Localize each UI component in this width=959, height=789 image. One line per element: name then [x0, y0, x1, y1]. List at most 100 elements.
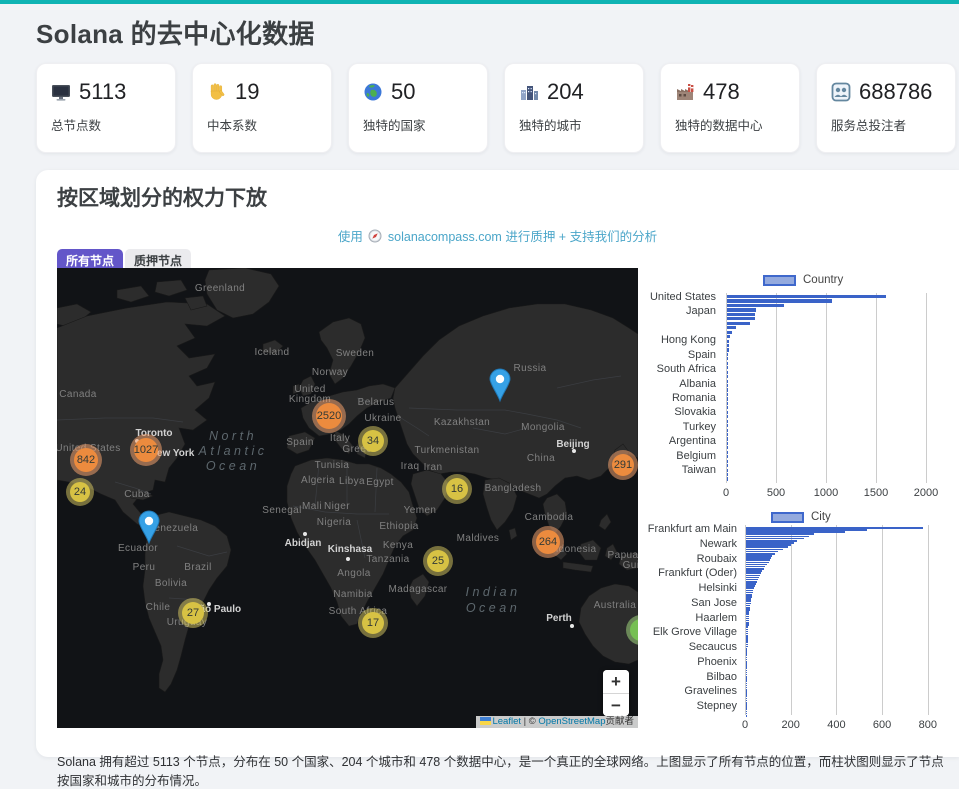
map-label: Bangladesh: [485, 483, 542, 494]
map-label: Tanzania: [366, 554, 409, 565]
top-accent-bar: [0, 0, 959, 4]
bar: [727, 375, 728, 378]
y-axis-category-label: Gravelines: [684, 685, 737, 697]
zoom-in-button[interactable]: +: [603, 670, 629, 693]
map-zoom-control: + −: [603, 670, 629, 716]
bar: [727, 380, 728, 383]
map-label: China: [527, 453, 555, 464]
stat-cards: 5113总节点数19中本系数50独特的国家204独特的城市478独特的数据中心6…: [36, 63, 956, 153]
marker-cluster[interactable]: 2520: [312, 399, 346, 433]
map-label: Namibia: [333, 589, 373, 600]
marker-cluster[interactable]: 24: [66, 478, 94, 506]
map-label: Bolivia: [155, 578, 187, 589]
world-map[interactable]: GreenlandIcelandNorwaySwedenCanadaUnited…: [57, 268, 638, 728]
map-label: Beijing: [556, 439, 589, 450]
y-axis-category-label: Turkey: [683, 421, 716, 433]
y-axis-category-label: Newark: [700, 538, 737, 550]
stat-card-0: 5113总节点数: [36, 63, 176, 153]
country-chart-legend: Country: [763, 274, 843, 286]
stakers-icon: [831, 82, 851, 102]
map-label: Iran: [424, 462, 443, 473]
marker-cluster[interactable]: 842: [70, 444, 102, 476]
cluster-count: 16: [446, 478, 468, 500]
marker-cluster[interactable]: 25: [423, 546, 453, 576]
attribution-contributors: 贡献者: [605, 716, 634, 727]
marker-cluster[interactable]: 27: [178, 598, 208, 628]
stat-value: 478: [703, 79, 740, 105]
y-axis-category-label: Haarlem: [695, 612, 737, 624]
city-dot: [346, 557, 350, 561]
hand-icon: [207, 82, 227, 102]
bar: [727, 308, 756, 311]
marker-cluster[interactable]: 264: [532, 526, 564, 558]
map-label: Iraq: [401, 461, 420, 472]
cluster-count: 264: [536, 530, 560, 554]
cluster-count: [630, 619, 638, 641]
bar: [727, 442, 728, 445]
city-dot: [570, 624, 574, 628]
map-label: Peru: [133, 562, 156, 573]
map-label: Norway: [312, 367, 348, 378]
bar: [727, 402, 728, 405]
stat-value: 19: [235, 79, 259, 105]
world-map-svg: GreenlandIcelandNorwaySwedenCanadaUnited…: [57, 268, 638, 728]
bar: [727, 406, 728, 409]
bar: [727, 455, 728, 458]
leaflet-link[interactable]: Leaflet: [492, 716, 521, 727]
bar: [727, 344, 729, 347]
chart-gridline: [876, 293, 877, 483]
map-label: Ocean: [466, 601, 520, 615]
map-label: Libya: [339, 476, 365, 487]
map-label: Maldives: [457, 533, 500, 544]
ukraine-flag-icon: [480, 717, 491, 725]
y-axis-category-label: Argentina: [669, 435, 716, 447]
map-label: Kazakhstan: [434, 417, 490, 428]
map-label: Indian: [465, 585, 520, 599]
stat-label: 独特的数据中心: [675, 115, 785, 134]
y-axis-category-label: San Jose: [691, 597, 737, 609]
bar: [727, 304, 784, 307]
x-axis-tick-label: 500: [767, 487, 785, 499]
bar: [727, 460, 728, 463]
city-legend-swatch: [771, 512, 804, 523]
stake-link[interactable]: 使用 solanacompass.com 进行质押 + 支持我们的分析: [36, 226, 959, 245]
marker-cluster[interactable]: 17: [358, 608, 388, 638]
zoom-out-button[interactable]: −: [603, 693, 629, 716]
y-axis-category-label: Taiwan: [682, 464, 716, 476]
marker-cluster[interactable]: 291: [608, 450, 638, 480]
map-label: Turkmenistan: [414, 445, 479, 456]
bar: [727, 331, 732, 334]
y-axis-category-label: United States: [650, 291, 716, 303]
map-label: Ukraine: [364, 413, 401, 424]
map-label: Atlantic: [198, 444, 268, 458]
marker-cluster[interactable]: 16: [442, 474, 472, 504]
y-axis-category-label: Roubaix: [697, 553, 737, 565]
bar: [727, 357, 728, 360]
marker-cluster[interactable]: 34: [358, 426, 388, 456]
stake-link-url[interactable]: solanacompass.com: [388, 230, 502, 244]
stat-card-4: 478 独特的数据中心: [660, 63, 800, 153]
x-axis-tick-label: 600: [873, 719, 891, 731]
osm-link[interactable]: OpenStreetMap: [538, 716, 605, 727]
globe-icon: [363, 82, 383, 102]
city-icon: [519, 82, 539, 102]
marker-cluster[interactable]: 1027: [130, 434, 162, 466]
cluster-count: 1027: [134, 438, 158, 462]
city-legend-label: City: [811, 511, 831, 523]
map-label: Australia: [594, 600, 637, 611]
map-label: Mongolia: [521, 422, 565, 433]
bar: [727, 415, 728, 418]
y-axis-category-label: Helsinki: [698, 582, 737, 594]
cluster-count: 842: [74, 448, 98, 472]
y-axis-category-label: Frankfurt am Main: [648, 523, 737, 535]
chart-gridline: [928, 525, 929, 715]
bar: [727, 477, 728, 480]
stat-value: 204: [547, 79, 584, 105]
page-title: Solana 的去中心化数据: [36, 14, 315, 51]
map-label: Ecuador: [118, 543, 158, 554]
map-attribution: Leaflet | © OpenStreetMap贡献者: [476, 716, 638, 728]
map-label: Brazil: [184, 562, 211, 573]
bar: [727, 353, 728, 356]
map-label: Abidjan: [285, 538, 322, 549]
y-axis-category-label: Slovakia: [674, 406, 716, 418]
